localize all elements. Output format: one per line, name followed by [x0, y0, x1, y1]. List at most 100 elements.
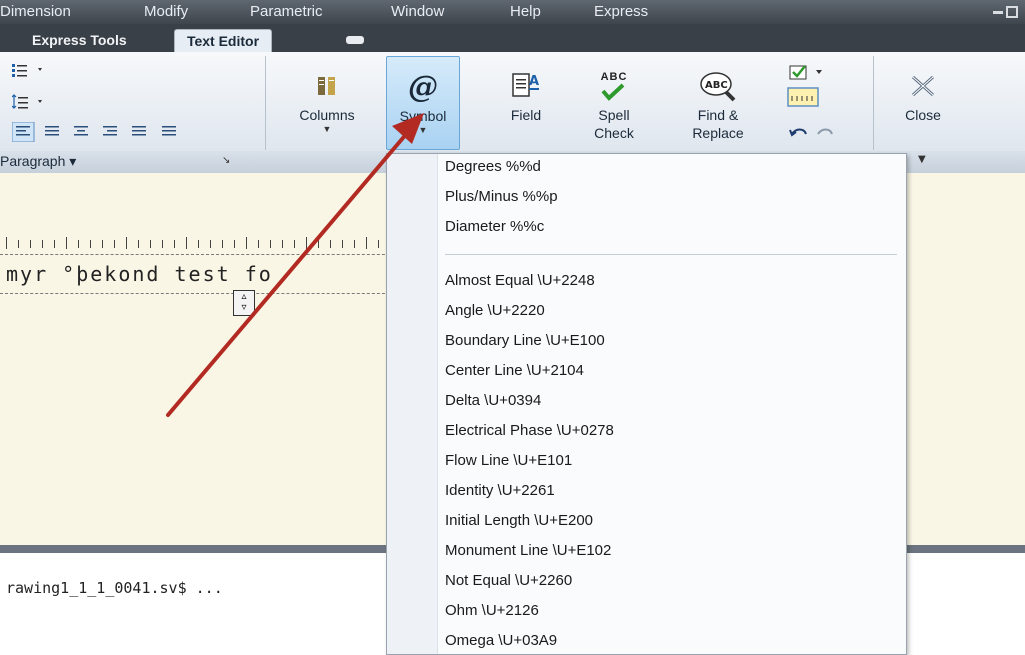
- close-icon: [911, 75, 935, 97]
- panel-separator: [873, 56, 874, 150]
- svg-text:ABC: ABC: [705, 80, 728, 91]
- minimize-icon[interactable]: [993, 11, 1003, 14]
- menu-item-diameter[interactable]: Diameter %%c: [445, 215, 544, 239]
- ruler-tick: [54, 240, 55, 248]
- menu-item-omega[interactable]: Omega \U+03A9: [445, 629, 557, 653]
- menu-window[interactable]: Window: [391, 3, 444, 20]
- ruler-tick: [78, 240, 79, 248]
- restore-icon[interactable]: [1006, 6, 1018, 18]
- field-button[interactable]: A Field: [494, 56, 558, 148]
- ribbon-toggle-icon[interactable]: [346, 36, 364, 44]
- ruler-tick: [42, 240, 43, 248]
- panel-launcher-icon[interactable]: ↘: [222, 155, 230, 166]
- spell-check-label-1: Spell: [598, 107, 630, 123]
- menu-item-not-equal[interactable]: Not Equal \U+2260: [445, 569, 572, 593]
- bullets-icon: [12, 64, 42, 77]
- ruler-tick: [378, 240, 379, 248]
- ruler-tick: [294, 240, 295, 248]
- symbol-dropdown-menu: Degrees %%d Plus/Minus %%p Diameter %%c …: [386, 153, 907, 655]
- line-spacing-icon: [11, 94, 42, 109]
- field-label: Field: [510, 107, 542, 123]
- ruler-tick: [198, 240, 199, 248]
- ruler-tick: [330, 240, 331, 248]
- ruler-tick: [222, 240, 223, 248]
- menu-item-plus-minus[interactable]: Plus/Minus %%p: [445, 185, 558, 209]
- ruler-tick: [30, 240, 31, 248]
- ruler-tick: [126, 237, 127, 249]
- svg-text:A: A: [529, 74, 539, 89]
- tools-group: [782, 60, 862, 150]
- ruler-tick: [318, 240, 319, 248]
- ruler-tick: [102, 240, 103, 248]
- menu-item-delta[interactable]: Delta \U+0394: [445, 389, 541, 413]
- menu-gutter: [387, 154, 438, 654]
- menu-item-flow-line[interactable]: Flow Line \U+E101: [445, 449, 572, 473]
- text-ruler[interactable]: [0, 236, 400, 250]
- ruler-tick: [210, 240, 211, 248]
- spell-check-button[interactable]: ABC Spell Check: [571, 56, 657, 148]
- resize-handle-icon[interactable]: ▵ ▿: [233, 290, 255, 316]
- ruler-tick: [282, 240, 283, 248]
- ruler-tick: [162, 240, 163, 248]
- menu-item-almost-equal[interactable]: Almost Equal \U+2248: [445, 269, 595, 293]
- symbol-label: Symbol: [399, 108, 447, 124]
- ruler-tick: [354, 240, 355, 248]
- menu-parametric[interactable]: Parametric: [250, 3, 323, 20]
- justification-icons[interactable]: [11, 121, 252, 143]
- justification-buttons: [11, 121, 252, 146]
- menu-express[interactable]: Express: [594, 3, 648, 20]
- chevron-down-icon[interactable]: ▼: [918, 154, 926, 165]
- ruler-tick: [174, 240, 175, 248]
- ruler-tick: [186, 237, 187, 249]
- paragraph-panel-label[interactable]: Paragraph ▾: [0, 153, 76, 170]
- ruler-tick: [18, 240, 19, 248]
- command-history-text: rawing1_1_1_0041.sv$ ...: [6, 579, 223, 597]
- menu-item-center-line[interactable]: Center Line \U+2104: [445, 359, 584, 383]
- line-spacing-dropdown[interactable]: [11, 94, 48, 114]
- close-editor-button[interactable]: Close: [886, 56, 960, 148]
- menu-help[interactable]: Help: [510, 3, 541, 20]
- menu-item-angle[interactable]: Angle \U+2220: [445, 299, 545, 323]
- ruler-tick: [366, 237, 367, 249]
- menu-item-electrical-phase[interactable]: Electrical Phase \U+0278: [445, 419, 614, 443]
- abc-text: ABC: [600, 71, 628, 83]
- menu-item-degrees[interactable]: Degrees %%d: [445, 155, 541, 179]
- find-replace-button[interactable]: ABC Find & Replace: [670, 56, 766, 148]
- ruler-tick: [138, 240, 139, 248]
- ruler-tick: [258, 240, 259, 248]
- chevron-down-icon: ▼: [418, 125, 428, 135]
- symbol-button[interactable]: @ Symbol ▼: [386, 56, 460, 150]
- ribbon-tab-bar: Express Tools Text Editor: [0, 24, 1025, 52]
- ruler-tick: [234, 240, 235, 248]
- menu-item-ohm[interactable]: Ohm \U+2126: [445, 599, 539, 623]
- menu-bar: Dimension Modify Parametric Window Help …: [0, 0, 1025, 24]
- tools-icons[interactable]: [782, 60, 862, 150]
- find-replace-label-2: Replace: [692, 125, 744, 141]
- menu-item-identity[interactable]: Identity \U+2261: [445, 479, 555, 503]
- close-label: Close: [905, 107, 941, 123]
- ruler-tick: [306, 237, 307, 249]
- ruler-tick: [246, 237, 247, 249]
- menu-item-monument-line[interactable]: Monument Line \U+E102: [445, 539, 611, 563]
- editor-text[interactable]: myr °þekond test fo: [6, 262, 273, 286]
- tab-express-tools[interactable]: Express Tools: [22, 29, 137, 51]
- ruler-tick: [6, 237, 7, 249]
- field-icon: A: [512, 73, 539, 97]
- bullets-dropdown[interactable]: [12, 62, 48, 82]
- window-controls[interactable]: [991, 6, 1019, 18]
- tab-text-editor[interactable]: Text Editor: [174, 29, 272, 52]
- spell-check-label-2: Check: [594, 125, 634, 141]
- menu-item-boundary-line[interactable]: Boundary Line \U+E100: [445, 329, 605, 353]
- ruler-tick: [270, 240, 271, 248]
- menu-separator: [445, 254, 897, 255]
- ruler-tick: [150, 240, 151, 248]
- menu-modify[interactable]: Modify: [144, 3, 188, 20]
- ruler-tick: [342, 240, 343, 248]
- at-symbol-icon: @: [408, 69, 438, 105]
- checkmark-icon: [601, 83, 625, 101]
- ruler-tick: [114, 240, 115, 248]
- columns-label: Columns: [299, 107, 355, 123]
- menu-dimension[interactable]: Dimension: [0, 3, 71, 20]
- columns-button[interactable]: Columns ▼: [282, 56, 372, 148]
- menu-item-initial-length[interactable]: Initial Length \U+E200: [445, 509, 593, 533]
